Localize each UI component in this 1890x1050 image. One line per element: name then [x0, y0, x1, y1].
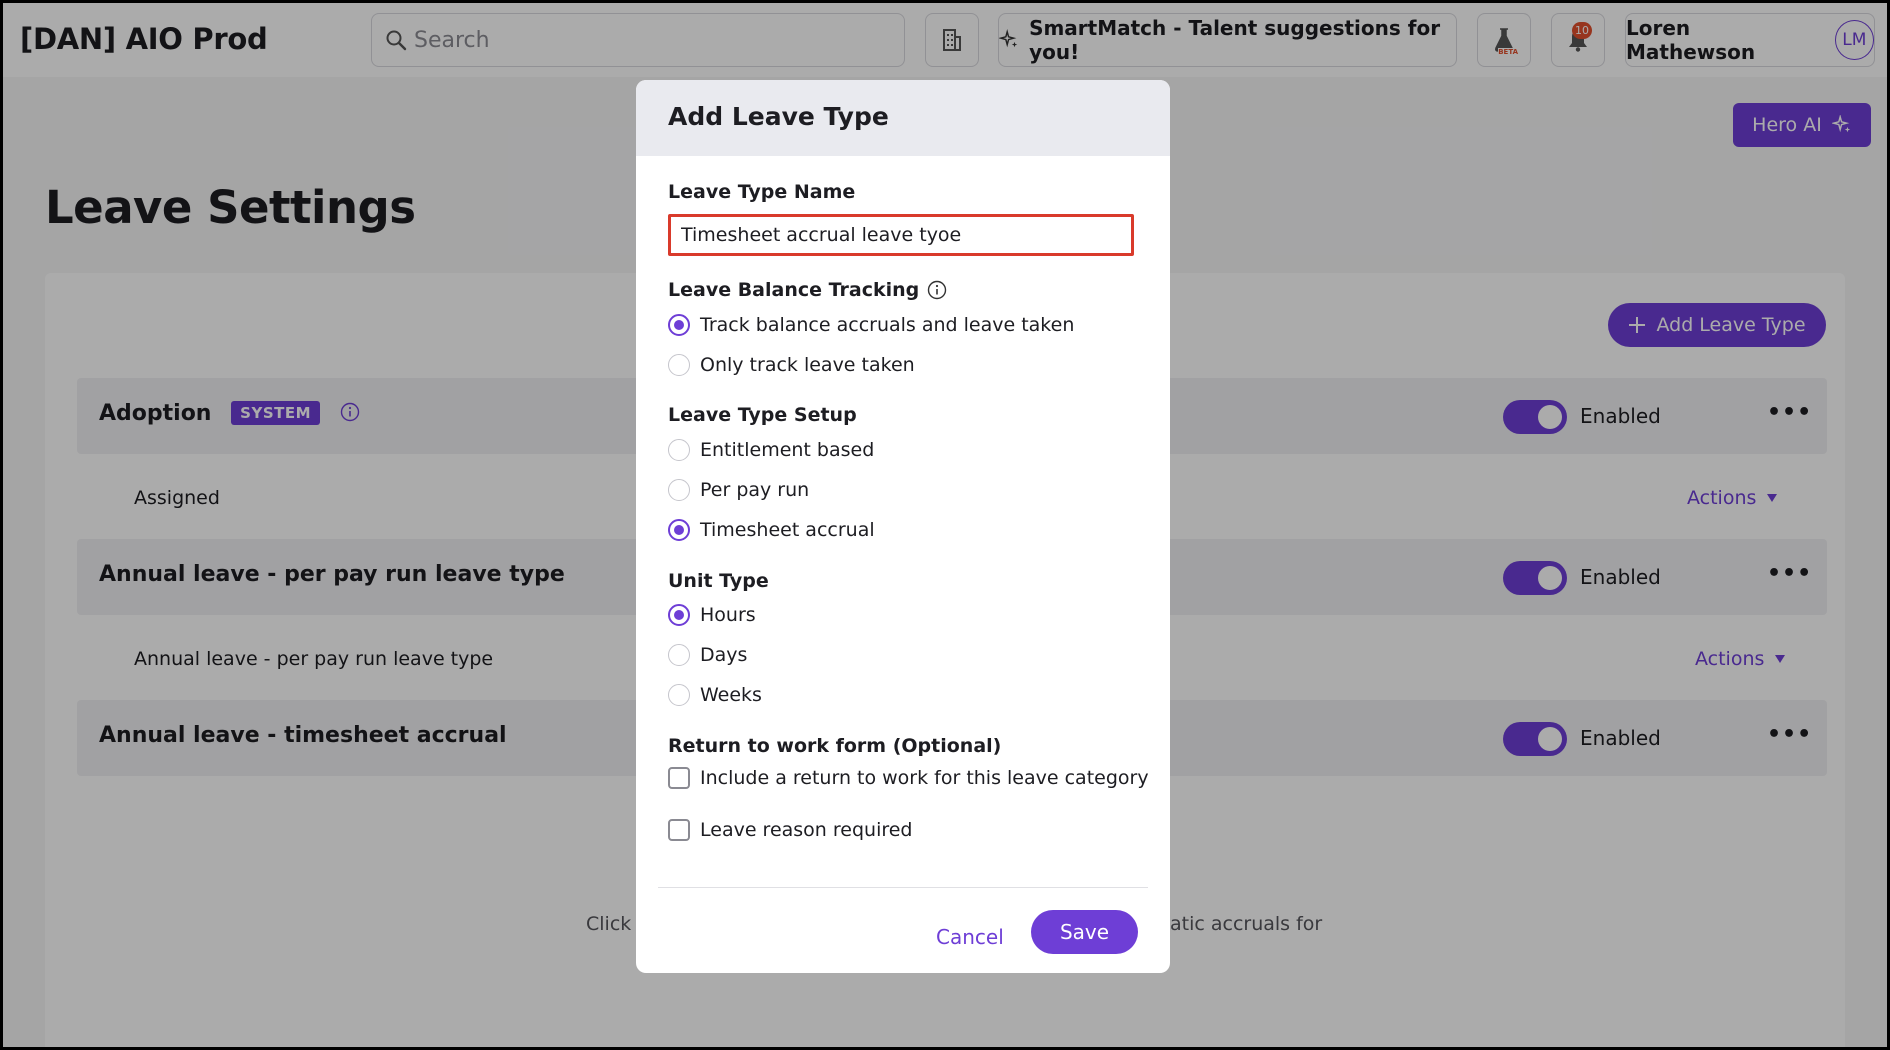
radio-entitlement-based[interactable]: Entitlement based: [668, 439, 874, 461]
radio-timesheet-accrual[interactable]: Timesheet accrual: [668, 519, 875, 541]
radio-track-balance[interactable]: Track balance accruals and leave taken: [668, 314, 1074, 336]
balance-tracking-heading: Leave Balance Tracking: [668, 279, 947, 301]
modal-divider: [658, 887, 1148, 888]
radio-hours[interactable]: Hours: [668, 604, 756, 626]
checkbox-leave-reason-required[interactable]: Leave reason required: [668, 819, 913, 841]
radio-button[interactable]: [668, 439, 690, 461]
app-frame: [DAN] AIO Prod SmartMatch - Talent s: [3, 3, 1887, 1047]
add-leave-type-modal: Add Leave Type Leave Type Name Leave Bal…: [636, 80, 1170, 973]
leave-type-name-input[interactable]: [668, 214, 1134, 256]
radio-button[interactable]: [668, 519, 690, 541]
radio-weeks[interactable]: Weeks: [668, 684, 762, 706]
unit-type-label: Unit Type: [668, 570, 769, 592]
return-to-work-label: Return to work form (Optional): [668, 735, 1002, 757]
checkbox[interactable]: [668, 767, 690, 789]
leave-type-name-label: Leave Type Name: [668, 181, 856, 203]
radio-days[interactable]: Days: [668, 644, 747, 666]
radio-per-pay-run[interactable]: Per pay run: [668, 479, 809, 501]
radio-button[interactable]: [668, 354, 690, 376]
radio-button[interactable]: [668, 684, 690, 706]
leave-type-setup-label: Leave Type Setup: [668, 404, 857, 426]
radio-button[interactable]: [668, 604, 690, 626]
checkbox[interactable]: [668, 819, 690, 841]
cancel-button[interactable]: Cancel: [936, 917, 1004, 957]
info-icon[interactable]: [927, 280, 947, 300]
radio-only-track-leave[interactable]: Only track leave taken: [668, 354, 915, 376]
balance-tracking-label: Leave Balance Tracking: [668, 279, 920, 301]
radio-button[interactable]: [668, 314, 690, 336]
radio-button[interactable]: [668, 479, 690, 501]
modal-title: Add Leave Type: [668, 102, 889, 131]
save-button[interactable]: Save: [1031, 910, 1138, 954]
modal-header: Add Leave Type: [636, 80, 1170, 156]
checkbox-return-to-work[interactable]: Include a return to work for this leave …: [668, 767, 1149, 789]
radio-button[interactable]: [668, 644, 690, 666]
